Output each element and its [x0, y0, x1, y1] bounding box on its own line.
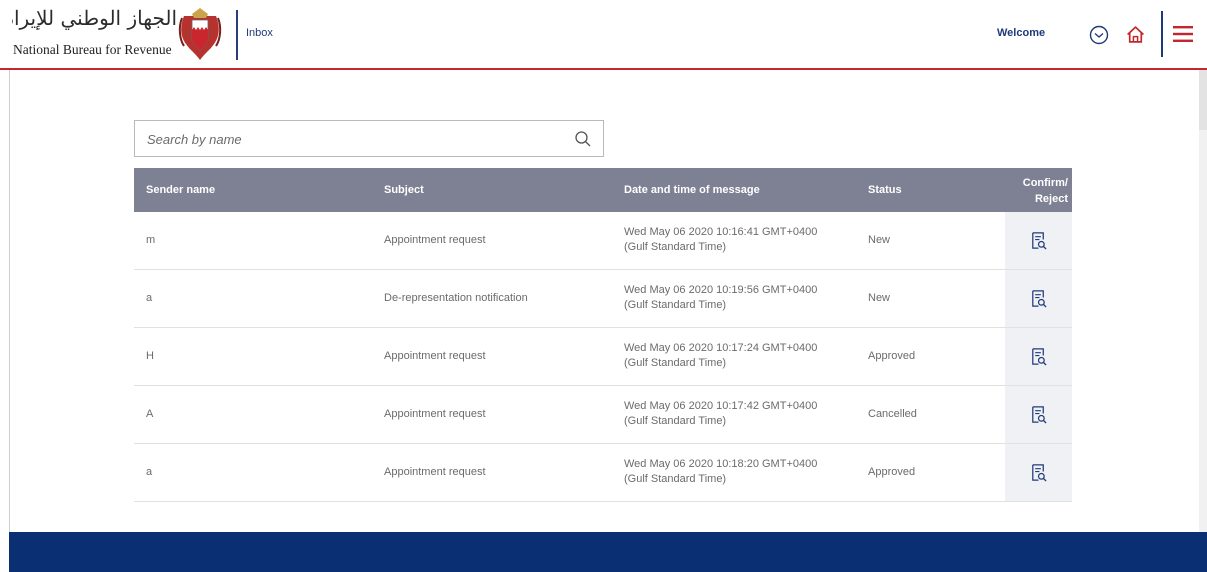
datetime-line1: Wed May 06 2020 10:18:20 GMT+0400 [624, 458, 818, 470]
message-subject: Appointment request [384, 350, 486, 362]
column-header-subject: Subject [384, 184, 424, 196]
sender-name: a [146, 292, 153, 304]
datetime-line2: (Gulf Standard Time) [624, 241, 727, 253]
scrollbar-thumb[interactable] [1199, 70, 1207, 130]
table-row[interactable]: a Appointment request Wed May 06 2020 10… [134, 444, 1072, 502]
status-text: Approved [868, 350, 916, 362]
status-text: New [868, 292, 891, 304]
org-name-english: National Bureau for Revenue [13, 42, 172, 57]
message-subject: Appointment request [384, 408, 486, 420]
page-title: Inbox [246, 27, 273, 39]
column-header-sender: Sender name [146, 184, 216, 196]
sender-name: m [146, 234, 156, 246]
scrollbar-track[interactable] [1199, 70, 1207, 532]
status-text: New [868, 234, 891, 246]
message-datetime: Wed May 06 2020 10:17:24 GMT+0400 (Gulf … [624, 341, 817, 371]
datetime-line2: (Gulf Standard Time) [624, 357, 727, 369]
datetime-line2: (Gulf Standard Time) [624, 299, 727, 311]
datetime-line2: (Gulf Standard Time) [624, 473, 727, 485]
sender-name: a [146, 466, 153, 478]
confirm-reject-button[interactable] [1005, 328, 1072, 385]
datetime-line1: Wed May 06 2020 10:19:56 GMT+0400 [624, 284, 818, 296]
message-datetime: Wed May 06 2020 10:18:20 GMT+0400 (Gulf … [624, 457, 817, 487]
message-subject: De-representation notification [384, 292, 528, 304]
datetime-line1: Wed May 06 2020 10:16:41 GMT+0400 [624, 226, 818, 238]
column-header-datetime: Date and time of message [624, 184, 760, 196]
document-search-icon [1032, 290, 1047, 308]
page-footer [9, 532, 1207, 572]
table-row[interactable]: a De-representation notification Wed May… [134, 270, 1072, 328]
message-datetime: Wed May 06 2020 10:19:56 GMT+0400 (Gulf … [624, 283, 817, 313]
status-text: Approved [868, 466, 916, 478]
document-search-icon [1032, 348, 1047, 366]
datetime-line1: Wed May 06 2020 10:17:42 GMT+0400 [624, 400, 818, 412]
sender-name: A [146, 408, 154, 420]
column-header-action-line1: Confirm/ [1022, 177, 1068, 189]
search-icon[interactable] [573, 129, 593, 149]
search-box [134, 120, 604, 157]
column-header-action-line2: Reject [1034, 193, 1068, 205]
status-text: Cancelled [868, 408, 917, 420]
confirm-reject-button[interactable] [1005, 270, 1072, 327]
header-divider-right [1161, 11, 1163, 57]
search-input[interactable] [147, 129, 547, 149]
table-row[interactable]: m Appointment request Wed May 06 2020 10… [134, 212, 1072, 270]
message-datetime: Wed May 06 2020 10:17:42 GMT+0400 (Gulf … [624, 399, 817, 429]
org-name-arabic: الجهاز الوطني للإيرادات [12, 6, 177, 30]
confirm-reject-button[interactable] [1005, 212, 1072, 269]
content-left-border [9, 70, 10, 532]
column-header-action: Confirm/ Reject [1006, 175, 1072, 207]
header-divider [236, 10, 238, 60]
column-header-status: Status [868, 184, 902, 196]
message-subject: Appointment request [384, 466, 486, 478]
table-row[interactable]: H Appointment request Wed May 06 2020 10… [134, 328, 1072, 386]
document-search-icon [1032, 464, 1047, 482]
top-header: الجهاز الوطني للإيرادات National Bureau … [0, 0, 1207, 70]
confirm-reject-button[interactable] [1005, 386, 1072, 443]
document-search-icon [1032, 406, 1047, 424]
datetime-line1: Wed May 06 2020 10:17:24 GMT+0400 [624, 342, 818, 354]
datetime-line2: (Gulf Standard Time) [624, 415, 727, 427]
hamburger-menu-icon[interactable] [1172, 24, 1194, 44]
welcome-label: Welcome [997, 27, 1046, 39]
chevron-down-circle-icon[interactable] [1089, 25, 1109, 45]
sender-name: H [146, 350, 154, 362]
message-datetime: Wed May 06 2020 10:16:41 GMT+0400 (Gulf … [624, 225, 817, 255]
bahrain-emblem-icon [178, 8, 222, 60]
home-icon[interactable] [1125, 24, 1146, 45]
inbox-table: Sender name Subject Date and time of mes… [134, 168, 1072, 502]
document-search-icon [1032, 232, 1047, 250]
message-subject: Appointment request [384, 234, 486, 246]
table-header: Sender name Subject Date and time of mes… [134, 168, 1072, 212]
table-row[interactable]: A Appointment request Wed May 06 2020 10… [134, 386, 1072, 444]
confirm-reject-button[interactable] [1005, 444, 1072, 501]
